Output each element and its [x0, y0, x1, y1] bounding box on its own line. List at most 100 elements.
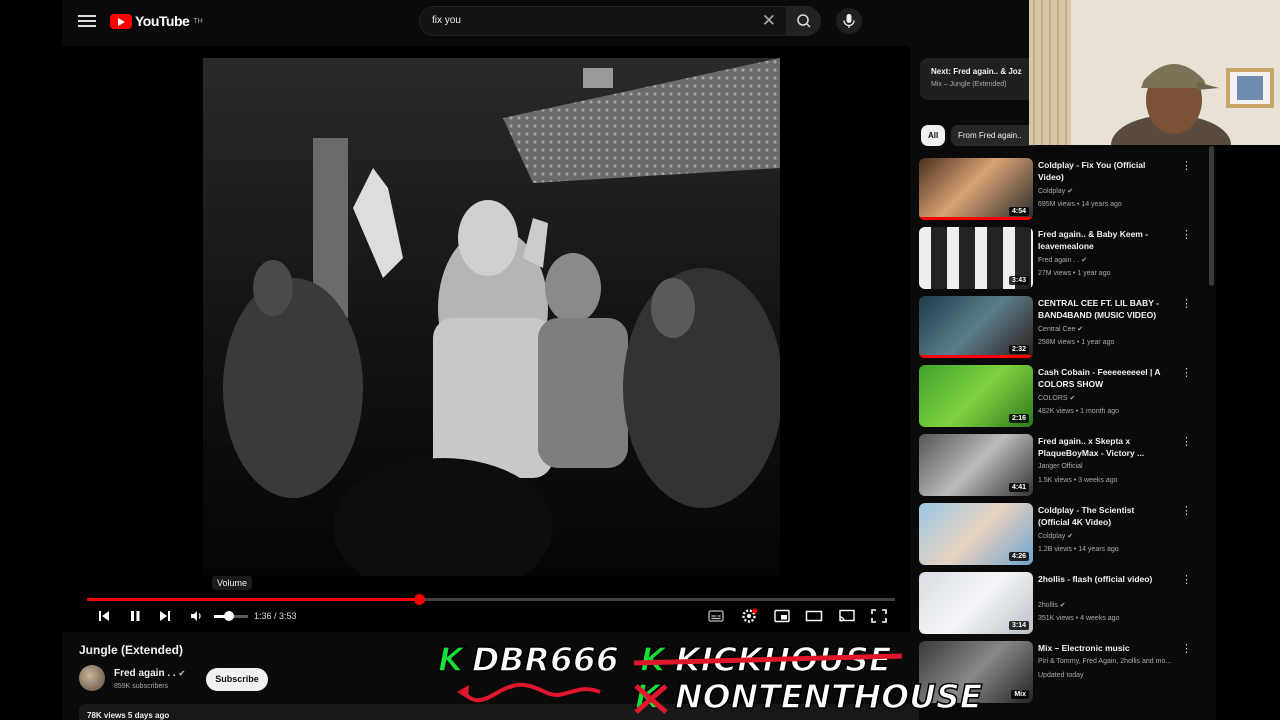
recommendation-channel[interactable]: Janger Official	[1038, 463, 1083, 470]
volume-slider[interactable]	[214, 611, 248, 621]
volume-icon	[191, 611, 201, 621]
up-next-title: Next: Fred again.. & Joz	[931, 67, 1022, 76]
channel-name-text: Janger Official	[1038, 463, 1083, 470]
chip-all[interactable]: All	[921, 125, 946, 146]
verified-icon: ✔	[1079, 257, 1088, 264]
recommendation-title[interactable]: Coldplay - Fix You (Official Video)	[1038, 159, 1164, 183]
pause-icon	[131, 611, 140, 621]
overlay-nontenthouse: NONTENTHOUSE	[674, 676, 983, 717]
recommendation-channel[interactable]: Coldplay ✔	[1038, 532, 1073, 540]
pause-button[interactable]	[127, 608, 143, 624]
recommendation-item[interactable]: 3:14 2hollis - flash (official video) 2hol…	[919, 572, 1199, 636]
previous-button[interactable]	[96, 608, 112, 624]
watched-progress-bar	[919, 355, 1033, 358]
recommendation-channel[interactable]: Fred again . . ✔	[1038, 256, 1087, 264]
theater-mode-button[interactable]	[805, 608, 823, 624]
recommendation-item[interactable]: 3:43 Fred again.. & Baby Keem - leavemeal…	[919, 227, 1199, 291]
recommendation-title[interactable]: CENTRAL CEE FT. LIL BABY - BAND4BAND (MU…	[1038, 297, 1164, 321]
recommendation-item[interactable]: 4:41 Fred again.. x Skepta x PlaqueBoyMax…	[919, 434, 1199, 498]
video-thumbnail[interactable]: 2:32	[919, 296, 1033, 358]
search-box: ✕	[419, 6, 787, 36]
recommendation-title[interactable]: Mix – Electronic music	[1038, 642, 1164, 654]
recommendation-item[interactable]: 4:54 Coldplay - Fix You (Official Video) C…	[919, 158, 1199, 222]
left-black-bar	[0, 0, 62, 720]
more-actions-icon[interactable]: ⋮	[1181, 575, 1192, 586]
recommendation-meta: 1.2B views • 14 years ago	[1038, 546, 1119, 553]
recommendation-title[interactable]: Fred again.. & Baby Keem - leavemealone	[1038, 228, 1164, 252]
recommendation-channel[interactable]: Piri & Tommy, Fred Again, 2hollis and mo…	[1038, 658, 1171, 665]
channel-avatar[interactable]	[79, 665, 105, 691]
progress-bar[interactable]	[87, 594, 895, 605]
youtube-logo[interactable]: YouTube TH	[110, 13, 203, 29]
recommendation-meta: 482K views • 1 month ago	[1038, 408, 1120, 415]
more-actions-icon[interactable]: ⋮	[1181, 230, 1192, 241]
skip-next-icon	[160, 611, 170, 621]
video-thumbnail[interactable]: 2:16	[919, 365, 1033, 427]
channel-name-text: Fred again . .	[1038, 257, 1080, 264]
logo-region: TH	[193, 17, 203, 25]
video-thumbnail[interactable]: 3:43	[919, 227, 1033, 289]
recommendation-title[interactable]: Coldplay - The Scientist (Official 4K Vi…	[1038, 504, 1164, 528]
clear-search-icon[interactable]: ✕	[762, 12, 776, 30]
progress-played	[87, 598, 420, 601]
search-icon	[797, 14, 811, 28]
recommendation-item[interactable]: 2:32 CENTRAL CEE FT. LIL BABY - BAND4BAND…	[919, 296, 1199, 360]
overlay-arrow-icon	[457, 682, 601, 703]
search-input[interactable]	[432, 15, 732, 26]
duration-badge: 3:43	[1008, 276, 1029, 285]
cast-icon	[839, 609, 855, 622]
skip-previous-icon	[99, 611, 109, 621]
hamburger-menu-icon[interactable]	[76, 12, 98, 32]
recommendation-channel[interactable]: Central Cee ✔	[1038, 325, 1083, 333]
video-frame[interactable]	[203, 58, 780, 576]
recommendation-title[interactable]: Cash Cobain - Feeeeeeeeel | A COLORS SHO…	[1038, 366, 1164, 390]
channel-name[interactable]: Fred again . . ✔	[114, 668, 185, 679]
search-button[interactable]	[787, 6, 821, 36]
recommendation-channel[interactable]: 2hollis ✔	[1038, 601, 1066, 609]
mute-button[interactable]	[188, 608, 204, 624]
recommendation-meta: 258M views • 1 year ago	[1038, 339, 1115, 346]
recommendation-channel[interactable]: Coldplay ✔	[1038, 187, 1073, 195]
recommendation-channel[interactable]: COLORS ✔	[1038, 394, 1075, 402]
video-thumbnail[interactable]: 4:26	[919, 503, 1033, 565]
video-thumbnail[interactable]: 3:14	[919, 572, 1033, 634]
video-thumbnail[interactable]: 4:41	[919, 434, 1033, 496]
channel-name-text: Coldplay	[1038, 188, 1066, 195]
more-actions-icon[interactable]: ⋮	[1181, 437, 1192, 448]
recommendation-title[interactable]: 2hollis - flash (official video)	[1038, 573, 1164, 585]
video-content-image	[203, 58, 780, 576]
video-thumbnail[interactable]: 4:54	[919, 158, 1033, 220]
fullscreen-icon	[871, 609, 887, 623]
settings-button[interactable]	[740, 608, 758, 624]
more-actions-icon[interactable]: ⋮	[1181, 368, 1192, 379]
subtitles-icon	[708, 610, 724, 622]
recommendation-title[interactable]: Fred again.. x Skepta x PlaqueBoyMax - V…	[1038, 435, 1164, 459]
video-title: Jungle (Extended)	[79, 643, 184, 657]
microphone-icon	[843, 14, 855, 28]
time-display: 1:36 / 3:53	[254, 611, 297, 621]
chip-from-channel[interactable]: From Fred again..	[951, 125, 1035, 146]
miniplayer-icon	[774, 609, 790, 623]
volume-tooltip: Volume	[212, 576, 253, 590]
more-actions-icon[interactable]: ⋮	[1181, 506, 1192, 517]
captions-button[interactable]	[707, 608, 725, 624]
recommendation-item[interactable]: 2:16 Cash Cobain - Feeeeeeeeel | A COLORS…	[919, 365, 1199, 429]
subscribe-button[interactable]: Subscribe	[206, 668, 268, 691]
more-actions-icon[interactable]: ⋮	[1181, 299, 1192, 310]
voice-search-button[interactable]	[836, 8, 862, 34]
duration-badge: 4:41	[1008, 483, 1029, 492]
cast-button[interactable]	[838, 608, 856, 624]
fullscreen-button[interactable]	[870, 608, 888, 624]
more-actions-icon[interactable]: ⋮	[1181, 644, 1192, 655]
miniplayer-button[interactable]	[773, 608, 791, 624]
up-next-card[interactable]: Next: Fred again.. & Joz Mix – Jungle (E…	[920, 58, 1035, 100]
youtube-watch-page: YouTube TH ✕	[0, 0, 1280, 720]
subscriber-count: 859K subscribers	[114, 683, 169, 690]
recommendation-item[interactable]: 4:26 Coldplay - The Scientist (Official 4…	[919, 503, 1199, 567]
verified-icon: ✔	[1065, 533, 1074, 540]
progress-scrubber[interactable]	[414, 594, 426, 605]
scrollbar[interactable]	[1209, 146, 1214, 286]
duration-badge: 2:32	[1008, 345, 1029, 354]
more-actions-icon[interactable]: ⋮	[1181, 161, 1192, 172]
next-button[interactable]	[157, 608, 173, 624]
